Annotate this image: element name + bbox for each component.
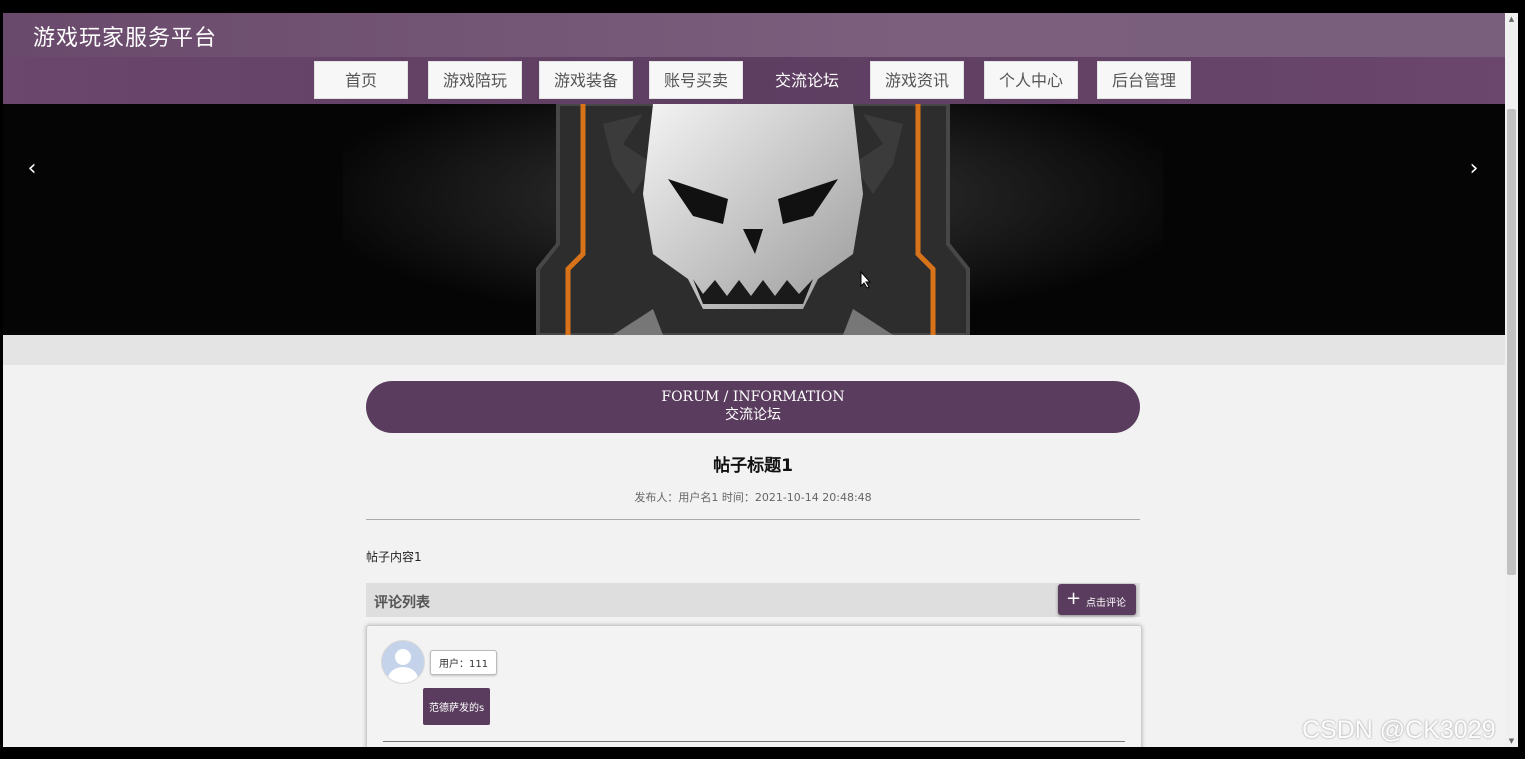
add-comment-label: 点击评论: [1086, 598, 1126, 609]
nav-item-home[interactable]: 首页: [314, 61, 408, 99]
banner-image: [343, 104, 1163, 335]
nav-item-companion[interactable]: 游戏陪玩: [428, 61, 522, 99]
add-comment-button[interactable]: + 点击评论: [1058, 584, 1136, 615]
post-content: 帖子内容1: [366, 550, 422, 564]
nav-item-forum[interactable]: 交流论坛: [760, 61, 854, 99]
banner-next-icon[interactable]: ›: [1459, 154, 1489, 184]
comment-text: 范德萨发的s: [423, 688, 491, 725]
nav-item-account-trade[interactable]: 账号买卖: [649, 61, 743, 99]
nav-item-profile[interactable]: 个人中心: [984, 61, 1078, 99]
forum-header: FORUM / INFORMATION 交流论坛: [366, 381, 1140, 433]
nav-item-admin[interactable]: 后台管理: [1097, 61, 1191, 99]
section-divider-strip: [3, 335, 1505, 365]
forum-header-cn: 交流论坛: [725, 407, 781, 423]
comment-item: 用户：111 范德萨发的s: [366, 625, 1142, 747]
nav-item-equipment[interactable]: 游戏装备: [539, 61, 633, 99]
scroll-thumb[interactable]: [1507, 109, 1516, 575]
site-header: 游戏玩家服务平台: [3, 13, 1505, 57]
avatar: [381, 640, 425, 684]
banner-carousel: ‹ ›: [3, 104, 1505, 335]
banner-prev-icon[interactable]: ‹: [17, 154, 47, 184]
comment-user: 用户：111: [430, 650, 498, 675]
comment-divider: [383, 741, 1125, 742]
main-nav: 首页 游戏陪玩 游戏装备 账号买卖 交流论坛 游戏资讯 个人中心 后台管理: [3, 57, 1505, 104]
vertical-scrollbar[interactable]: ▲ ▼: [1505, 13, 1518, 747]
mouse-cursor-icon: [860, 271, 872, 289]
post-title: 帖子标题1: [713, 456, 793, 476]
forum-header-en: FORUM / INFORMATION: [661, 389, 845, 405]
site-title: 游戏玩家服务平台: [33, 26, 218, 51]
scroll-down-icon[interactable]: ▼: [1505, 735, 1518, 747]
post-divider: [366, 519, 1140, 520]
scroll-up-icon[interactable]: ▲: [1505, 13, 1518, 25]
plus-icon: +: [1066, 588, 1082, 609]
post-meta: 发布人：用户名1 时间：2021-10-14 20:48:48: [634, 491, 872, 504]
browser-viewport: 游戏玩家服务平台 首页 游戏陪玩 游戏装备 账号买卖 交流论坛 游戏资讯 个人中…: [3, 13, 1505, 747]
user-avatar-icon: [388, 649, 418, 683]
comments-header: 评论列表 + 点击评论: [366, 583, 1140, 617]
watermark: CSDN @CK3029: [1302, 716, 1496, 744]
comments-title: 评论列表: [374, 595, 430, 611]
nav-item-news[interactable]: 游戏资讯: [870, 61, 964, 99]
